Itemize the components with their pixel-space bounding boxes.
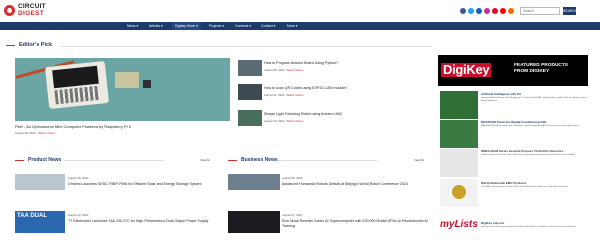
product-title-2[interactable]: MAX40109 Precision Digital Conditioning …	[481, 120, 546, 124]
youtube-icon[interactable]	[500, 8, 506, 14]
product-desc-5: Find your most relevant components quick…	[481, 226, 577, 228]
product-desc-2: MAX40109 precision single-chip condition…	[481, 125, 580, 127]
hero-read-link[interactable]: Watch Videos	[38, 131, 55, 135]
product-title-4[interactable]: Würth Elektronik EMC Products	[481, 181, 526, 185]
hero-meta: August 28, 2024 Watch Videos	[15, 131, 55, 135]
product-title-1[interactable]: Artificial Intelligence (AI) Kit	[481, 92, 521, 96]
facebook-icon[interactable]	[460, 8, 466, 14]
nav-articles[interactable]: Articles ▾	[146, 22, 166, 30]
thumb-light-robot[interactable]	[238, 110, 262, 126]
instagram-icon[interactable]	[484, 8, 490, 14]
divider	[64, 160, 164, 161]
top-header: CIRCUIT DIGEST SEARCH	[0, 0, 600, 22]
product-ai-kit-image[interactable]	[440, 91, 478, 119]
product-desc-4: The EMC product range includes PCB and C…	[481, 186, 569, 188]
pick-meta-2: August 21, 2024 Watch Videos	[264, 93, 304, 97]
logo-text-line2: DIGEST	[18, 9, 44, 17]
section-marker	[15, 160, 24, 161]
search-input[interactable]	[520, 7, 560, 15]
nav-contests[interactable]: Contests ▾	[232, 22, 254, 30]
product-news-title-1[interactable]: Onsemi Launches Si/SiC F5BP-PIMs for Eff…	[68, 182, 228, 187]
business-news-title-2[interactable]: Elon Musk Reveals Cortex AI Supercompute…	[282, 219, 432, 229]
nav-news[interactable]: News ▾	[124, 22, 141, 30]
twitter-icon[interactable]	[468, 8, 474, 14]
business-news-date-1: August 28, 2024	[282, 176, 303, 180]
pick-meta-1: August 28, 2024 Watch Videos	[264, 68, 304, 72]
product-news-date-2: August 23, 2024	[68, 213, 89, 217]
hero-image[interactable]	[15, 58, 230, 121]
nav-projects[interactable]: Projects ▾	[206, 22, 227, 30]
thumb-onsemi[interactable]	[15, 174, 65, 190]
product-desc-3: General purpose thick film, anti-sulfur …	[481, 154, 576, 156]
product-news-title-2[interactable]: TT Electronics Launches TAA 240-27C for …	[68, 219, 228, 224]
product-news-date-1: August 28, 2024	[68, 176, 89, 180]
thumb-esp32-qr[interactable]	[238, 84, 262, 100]
thumb-arduino-python[interactable]	[238, 60, 262, 76]
pick-meta-3: August 19, 2024 Watch Videos	[264, 119, 304, 123]
section-marker	[6, 45, 15, 46]
product-news-title: Product News	[28, 157, 62, 163]
product-desc-1: Integrated AI accelerator with Raspberry…	[481, 97, 588, 102]
nav-contact[interactable]: Contact ▾	[258, 22, 278, 30]
digikey-logo: DigiKey	[441, 62, 492, 77]
logo-icon	[4, 5, 15, 16]
product-title-3[interactable]: WW/A-RX43 Series General-Purpose Thick-F…	[481, 149, 563, 153]
hero-title[interactable]: Pilet - An Opensource Mini Computer Powe…	[15, 124, 131, 129]
pick-title-2[interactable]: How to scan QR Codes using ESP32-CAM mod…	[264, 86, 347, 90]
rss-icon[interactable]	[508, 8, 514, 14]
thumb-taa-label: TAA DUAL	[17, 213, 47, 219]
product-news-view-all[interactable]: View All	[200, 158, 210, 162]
main-nav: News ▾ Articles ▾ Digikey Store ▾ Projec…	[0, 22, 600, 30]
business-news-date-2: August 27, 2024	[282, 213, 303, 217]
mylists-logo[interactable]: myLists	[440, 219, 478, 230]
business-news-title: Business News	[241, 157, 278, 163]
divider	[60, 46, 432, 47]
nav-more[interactable]: More ▾	[284, 22, 300, 30]
product-emc-image[interactable]	[440, 179, 478, 207]
product-max40109-image[interactable]	[440, 120, 478, 148]
search-button[interactable]: SEARCH	[563, 7, 578, 15]
section-marker	[228, 160, 237, 161]
capacitor-icon	[452, 185, 466, 199]
thumb-cortex[interactable]	[228, 211, 280, 233]
editors-pick-title: Editor's Pick	[19, 42, 53, 48]
pinterest-icon[interactable]	[492, 8, 498, 14]
linkedin-icon[interactable]	[476, 8, 482, 14]
nav-digikey-store[interactable]: Digikey Store ▾	[172, 22, 201, 30]
divider	[278, 160, 378, 161]
thumb-taa[interactable]: TAA DUAL	[15, 211, 65, 233]
banner-text: FEATURED PRODUCTS FROM DIGIKEY	[514, 63, 569, 74]
hero-date: August 28, 2024	[15, 131, 36, 135]
pick-title-1[interactable]: How to Program Arduino Board Using Pytho…	[264, 61, 338, 65]
pick-title-3[interactable]: Simple Light Following Robot using Ardui…	[264, 112, 342, 116]
product-title-5[interactable]: DigiKey myLists	[481, 221, 504, 225]
business-news-title-1[interactable]: Advanced Humanoid Robots Debuts at Beiji…	[282, 182, 432, 187]
business-news-view-all[interactable]: View All	[414, 158, 424, 162]
product-resistors-image[interactable]	[440, 149, 478, 177]
site-logo[interactable]: CIRCUIT DIGEST	[4, 3, 46, 17]
thumb-humanoid[interactable]	[228, 174, 280, 190]
